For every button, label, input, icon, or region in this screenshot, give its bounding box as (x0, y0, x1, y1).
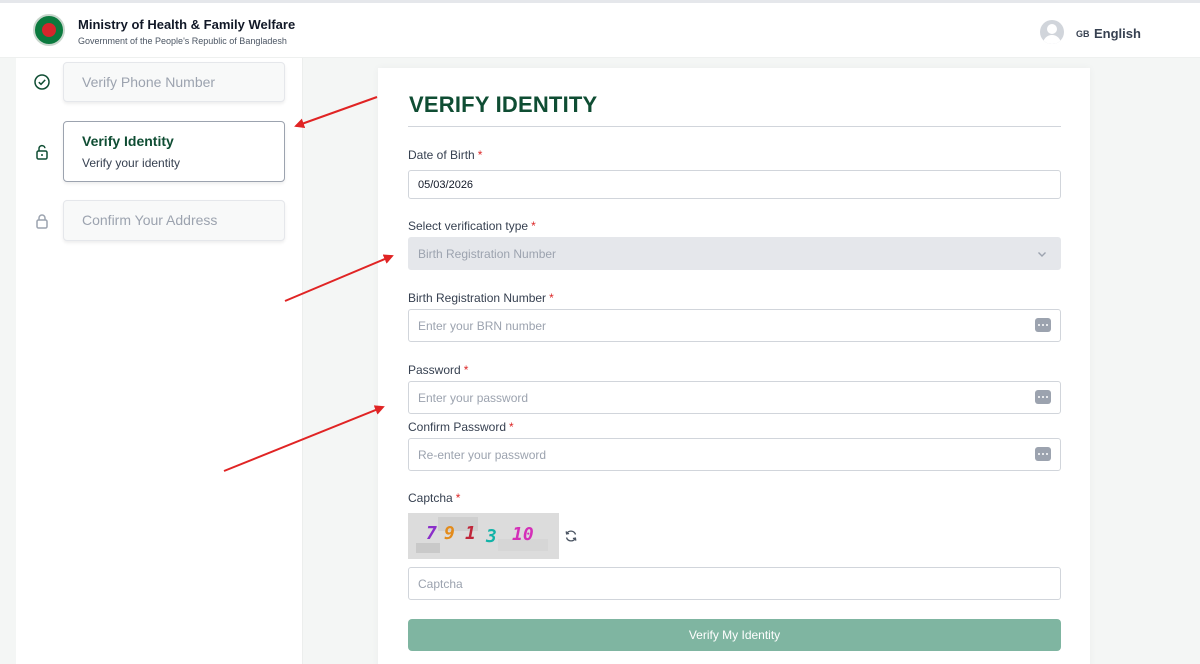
stepper-sidebar: Verify Phone Number Verify Identity Veri… (16, 58, 303, 664)
language-selector[interactable]: English (1094, 26, 1141, 41)
ministry-subtitle: Government of the People's Republic of B… (78, 36, 287, 46)
password-placeholder: Enter your password (418, 391, 529, 405)
step-label: Confirm Your Address (82, 212, 218, 228)
captcha-char: 7 (426, 523, 437, 544)
captcha-char: 1 (465, 523, 476, 544)
check-circle-icon (34, 74, 50, 90)
brn-input[interactable]: Enter your BRN number (408, 309, 1061, 342)
step-verify-identity[interactable]: Verify Identity Verify your identity (63, 121, 285, 182)
confirm-password-placeholder: Re-enter your password (418, 448, 547, 462)
step-verify-phone[interactable]: Verify Phone Number (63, 62, 285, 102)
captcha-placeholder: Captcha (418, 577, 463, 591)
confirm-password-input[interactable]: Re-enter your password (408, 438, 1061, 471)
lock-icon (36, 214, 48, 229)
step-label: Verify Phone Number (82, 74, 216, 90)
captcha-char: 9 (444, 523, 455, 544)
arrow-to-identity-step (294, 96, 378, 129)
government-logo-icon (33, 14, 65, 46)
ministry-title: Ministry of Health & Family Welfare (78, 17, 296, 32)
verification-type-label: Select verification type * (408, 219, 536, 233)
top-header: Ministry of Health & Family Welfare Gove… (0, 0, 1200, 58)
password-input[interactable]: Enter your password (408, 381, 1061, 414)
dob-value: 05/03/2026 (418, 179, 474, 191)
dob-label: Date of Birth * (408, 148, 483, 162)
captcha-label: Captcha * (408, 491, 461, 505)
captcha-char: 10 (512, 524, 534, 545)
password-manager-icon[interactable] (1035, 447, 1051, 461)
brn-placeholder: Enter your BRN number (418, 319, 547, 333)
captcha-char: 3 (486, 526, 497, 547)
step-label: Verify Identity (82, 133, 174, 149)
chevron-down-icon (1038, 252, 1046, 257)
verification-type-select[interactable]: Birth Registration Number (408, 237, 1061, 270)
refresh-captcha-icon[interactable] (564, 529, 578, 543)
password-manager-icon[interactable] (1035, 318, 1051, 332)
password-manager-icon[interactable] (1035, 390, 1051, 404)
verify-identity-form: VERIFY IDENTITY Date of Birth * 05/03/202… (378, 68, 1090, 664)
captcha-image: 7 9 1 3 10 (408, 513, 559, 559)
unlock-icon (36, 144, 48, 160)
form-title: VERIFY IDENTITY (409, 92, 598, 117)
verify-my-identity-button[interactable]: Verify My Identity (408, 619, 1061, 651)
selected-verification-type: Birth Registration Number (418, 247, 557, 261)
step-confirm-address[interactable]: Confirm Your Address (63, 200, 285, 241)
date-of-birth-field[interactable]: 05/03/2026 (408, 170, 1061, 199)
language-flag-icon[interactable]: GB (1076, 29, 1090, 39)
confirm-password-label: Confirm Password * (408, 420, 514, 434)
step-sublabel: Verify your identity (82, 156, 181, 170)
title-divider (408, 126, 1061, 127)
password-label: Password * (408, 363, 469, 377)
user-avatar-icon[interactable] (1040, 20, 1064, 44)
brn-label: Birth Registration Number * (408, 291, 554, 305)
captcha-input[interactable]: Captcha (408, 567, 1061, 600)
